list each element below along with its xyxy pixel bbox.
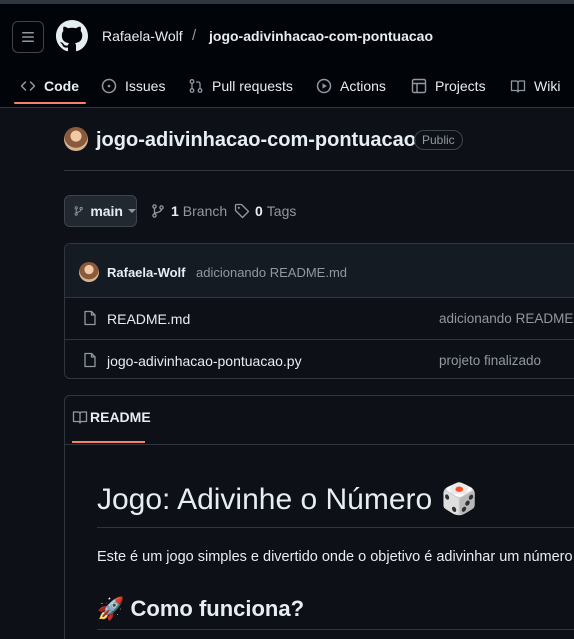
heading-rule (97, 527, 574, 528)
issue-icon (101, 78, 117, 94)
tab-actions-label: Actions (340, 78, 386, 94)
repo-header: Rafaela-Wolf / jogo-adivinhacao-com-pont… (0, 4, 574, 108)
tags-link[interactable]: 0 Tags (234, 203, 296, 219)
file-name[interactable]: README.md (107, 311, 190, 327)
tag-count-label: Tags (266, 203, 297, 219)
file-icon (84, 352, 96, 368)
branches-link[interactable]: 1 Branch (150, 203, 227, 219)
tab-pull-requests-label: Pull requests (212, 78, 293, 94)
github-logo-icon[interactable] (56, 20, 88, 52)
tab-issues[interactable]: Issues (101, 64, 165, 108)
tab-issues-label: Issues (125, 78, 166, 94)
tab-code-label: Code (44, 78, 79, 94)
tab-wiki-label: Wiki (534, 78, 561, 94)
readme-divider (65, 444, 574, 445)
readme-tab[interactable]: README (72, 409, 151, 425)
branch-count: 1 (171, 203, 179, 219)
menu-button[interactable] (12, 21, 44, 53)
branch-icon (152, 204, 164, 218)
caret-down-icon (128, 209, 136, 213)
tab-projects[interactable]: Projects (411, 64, 486, 108)
commit-author[interactable]: Rafaela-Wolf (107, 265, 186, 280)
branch-select-button[interactable]: main (64, 195, 137, 227)
code-icon (20, 81, 36, 91)
pull-request-icon (189, 79, 203, 93)
book-icon (510, 80, 526, 93)
title-divider (64, 170, 574, 171)
file-list: Rafaela-Wolf adicionando README.md READM… (64, 243, 574, 379)
table-icon (411, 78, 427, 94)
breadcrumb-owner-link[interactable]: Rafaela-Wolf (102, 28, 183, 44)
file-commit-message[interactable]: adicionando README.md (439, 311, 574, 326)
commit-message[interactable]: adicionando README.md (196, 265, 347, 280)
branch-name: main (90, 203, 123, 219)
readme-paragraph: Este é um jogo simples e divertido onde … (97, 549, 573, 565)
readme-heading: Jogo: Adivinhe o Número 🎲 (97, 483, 478, 516)
readme-tab-label: README (90, 409, 151, 425)
owner-avatar[interactable] (64, 127, 88, 151)
tab-wiki[interactable]: Wiki (510, 64, 560, 108)
book-icon (72, 411, 88, 424)
readme-panel: README Jogo: Adivinhe o Número 🎲 Este é … (64, 395, 574, 639)
tag-count: 0 (255, 203, 263, 219)
tab-pull-requests[interactable]: Pull requests (188, 64, 293, 108)
branch-icon (74, 206, 83, 216)
commit-author-avatar[interactable] (79, 262, 99, 282)
visibility-badge: Public (414, 130, 463, 150)
play-icon (316, 78, 332, 94)
subheading-rule (97, 629, 574, 630)
tag-icon (234, 203, 250, 219)
file-row[interactable]: jogo-adivinhacao-pontuacao.py projeto fi… (65, 339, 574, 378)
file-icon (84, 310, 96, 326)
readme-subheading: 🚀 Como funciona? (97, 596, 305, 621)
readme-tab-indicator (72, 441, 145, 443)
branch-count-label: Branch (182, 203, 228, 219)
active-tab-indicator (14, 102, 86, 104)
hamburger-icon (22, 32, 34, 42)
repo-tabs: Code Issues Pull requests Actions Projec… (0, 64, 574, 108)
file-row[interactable]: README.md adicionando README.md (65, 298, 574, 339)
tab-actions[interactable]: Actions (316, 64, 386, 108)
file-commit-message[interactable]: projeto finalizado (439, 353, 541, 368)
tab-projects-label: Projects (435, 78, 486, 94)
latest-commit-bar: Rafaela-Wolf adicionando README.md (65, 244, 574, 298)
file-name[interactable]: jogo-adivinhacao-pontuacao.py (107, 353, 302, 369)
repo-title[interactable]: jogo-adivinhacao-com-pontuacao (96, 129, 416, 152)
breadcrumb-repo-link[interactable]: jogo-adivinhacao-com-pontuacao (209, 28, 433, 44)
breadcrumb-separator: / (192, 27, 197, 44)
